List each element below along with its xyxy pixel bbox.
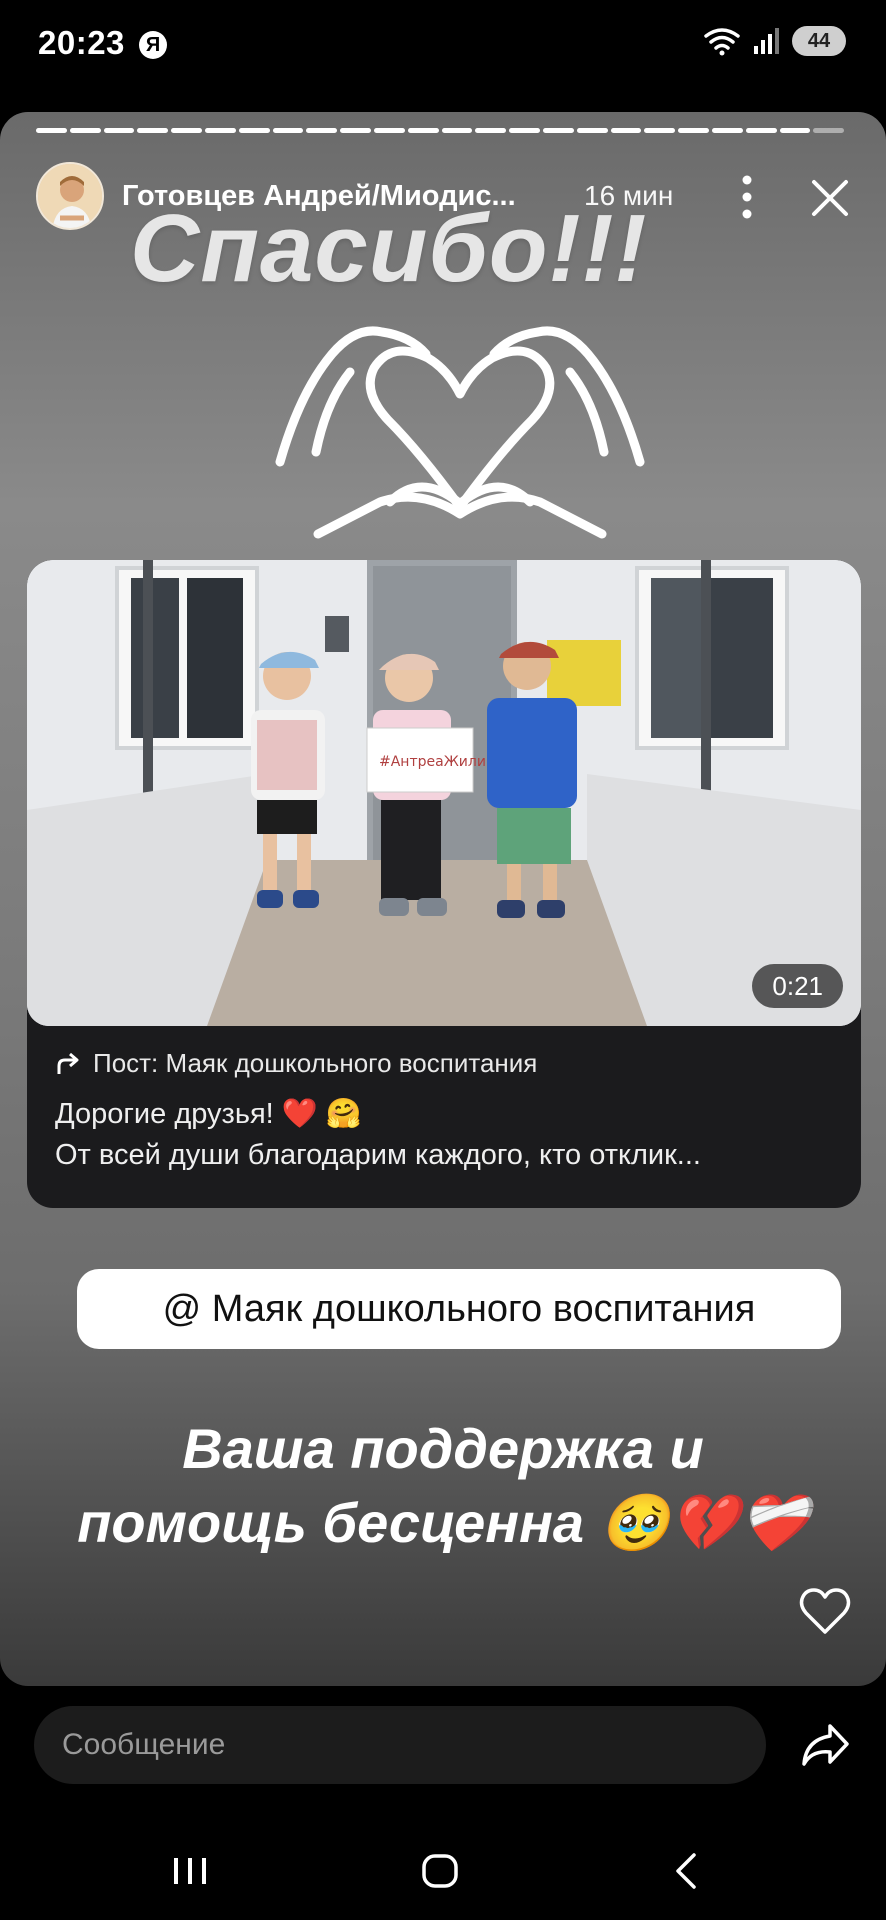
- heart-icon[interactable]: [798, 1586, 852, 1636]
- sign-text: #AнтреаЖилий: [379, 754, 495, 770]
- post-text: Дорогие друзья! ❤️ 🤗 От всей души благод…: [55, 1094, 845, 1176]
- progress-segment: [306, 128, 338, 133]
- progress-segment: [373, 128, 405, 133]
- progress-segment: [272, 128, 304, 133]
- support-line-1: Ваша поддержка и: [182, 1417, 704, 1480]
- progress-segment: [678, 128, 709, 133]
- status-bar: 20:23 Я 44: [0, 0, 886, 90]
- yandex-badge-icon: Я: [139, 31, 167, 59]
- recent-apps-icon[interactable]: [170, 1854, 210, 1888]
- progress-segment: [407, 128, 439, 133]
- status-time: 20:23: [38, 24, 125, 61]
- progress-segment: [644, 128, 676, 133]
- progress-segment: [36, 128, 67, 133]
- status-icons: 44: [702, 26, 846, 56]
- heart-hands-icon: [275, 326, 645, 539]
- progress-segment: [779, 128, 811, 133]
- video-duration: 0:21: [752, 964, 843, 1008]
- repost-card[interactable]: #AнтреаЖилий 0:21 Пост: Маяк дошкольного: [27, 560, 861, 1208]
- repost-arrow-icon: [57, 1052, 79, 1074]
- back-icon[interactable]: [672, 1852, 702, 1890]
- post-text-line-2: От всей души благодарим каждого, кто отк…: [55, 1139, 701, 1171]
- story-title-text: Спасибо!!!: [130, 195, 648, 302]
- progress-segment: [542, 128, 574, 133]
- signal-icon: [754, 28, 779, 54]
- post-text-line-1: Дорогие друзья! ❤️ 🤗: [55, 1098, 363, 1130]
- progress-segment: [711, 128, 743, 133]
- close-icon[interactable]: [806, 174, 854, 222]
- progress-segment: [238, 128, 270, 133]
- post-source[interactable]: Пост: Маяк дошкольного воспитания: [55, 1048, 537, 1079]
- mention-sticker[interactable]: @ Маяк дошкольного воспитания: [77, 1269, 841, 1349]
- story-viewer[interactable]: Готовцев Андрей/Миодис... 16 мин Спасибо…: [0, 112, 886, 1686]
- home-icon[interactable]: [420, 1854, 460, 1888]
- post-video[interactable]: #AнтреаЖилий 0:21: [27, 560, 861, 1026]
- progress-segment: [103, 128, 135, 133]
- video-frame-illustration: #AнтреаЖилий: [27, 560, 861, 1026]
- more-options-icon[interactable]: [732, 172, 762, 222]
- progress-segment: [69, 128, 101, 133]
- battery-indicator: 44: [792, 26, 846, 56]
- message-input[interactable]: Сообщение: [34, 1706, 766, 1784]
- avatar[interactable]: [36, 162, 104, 230]
- system-navigation-bar: [0, 1820, 886, 1920]
- progress-segment: [509, 128, 540, 133]
- post-source-label: Пост: Маяк дошкольного воспитания: [93, 1048, 538, 1078]
- progress-segment: [441, 128, 473, 133]
- progress-segment: [137, 128, 169, 133]
- progress-segment: [171, 128, 202, 133]
- progress-segment: [813, 128, 845, 133]
- progress-segment: [610, 128, 642, 133]
- progress-segment: [745, 128, 777, 133]
- progress-segment: [340, 128, 371, 133]
- support-caption: Ваша поддержка и помощь бесценна 🥹💔❤️‍🩹: [30, 1412, 856, 1560]
- wifi-icon: [704, 28, 740, 56]
- support-line-2: помощь бесценна 🥹💔❤️‍🩹: [77, 1491, 809, 1554]
- progress-segment: [576, 128, 608, 133]
- progress-segment: [475, 128, 507, 133]
- message-placeholder: Сообщение: [62, 1728, 226, 1761]
- story-progress-bar: [36, 128, 845, 133]
- share-icon[interactable]: [800, 1722, 850, 1768]
- progress-segment: [204, 128, 236, 133]
